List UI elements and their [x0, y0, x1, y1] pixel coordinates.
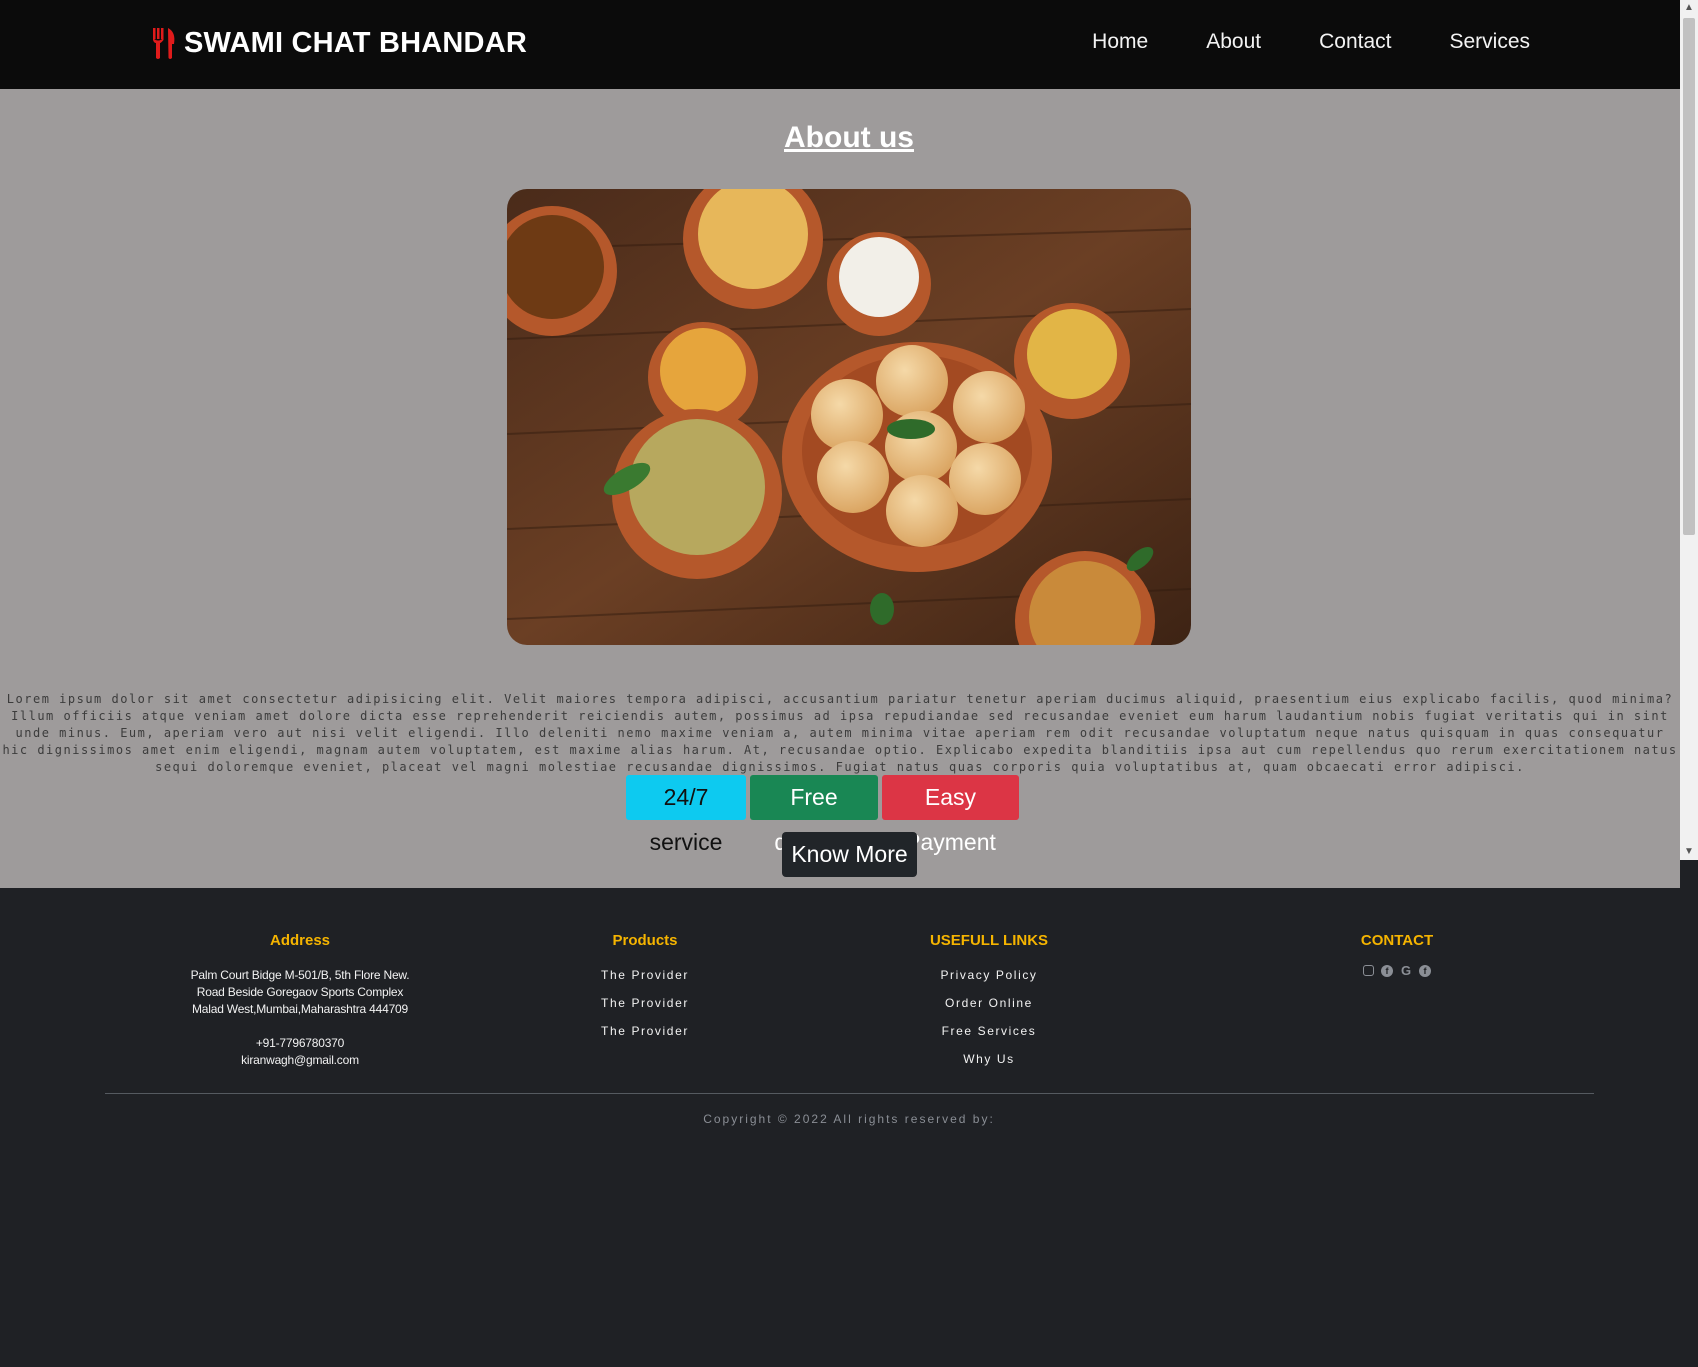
- address-line: Malad West,Mumbai,Maharashtra 444709: [191, 1002, 409, 1016]
- footer-products-column: Products The Provider The Provider The P…: [485, 932, 805, 1051]
- address-line: Road Beside Goregaov Sports Complex: [196, 985, 404, 999]
- copyright-text: Copyright © 2022 All rights reserved by:: [703, 1112, 995, 1126]
- badge-easy-payment[interactable]: Easy Payment: [882, 775, 1019, 855]
- navbar: SWAMI CHAT BHANDAR Home About Contact Se…: [0, 0, 1680, 89]
- footer-contact-heading: CONTACT: [1360, 932, 1434, 949]
- nav-about[interactable]: About: [1206, 30, 1261, 54]
- badge-24-7-service[interactable]: 24/7 service: [626, 775, 746, 855]
- badge-free-delivery[interactable]: Free delivery: [750, 775, 878, 855]
- address-block: Palm Court Bidge M-501/B, 5th Flore New.…: [140, 967, 460, 1069]
- google-icon[interactable]: G: [1400, 964, 1412, 977]
- free-services-link[interactable]: Free Services: [942, 1024, 1037, 1038]
- know-more-button[interactable]: Know More: [782, 832, 917, 877]
- scrollbar-thumb[interactable]: [1683, 18, 1695, 535]
- footer-links-column: USEFULL LINKS Privacy Policy Order Onlin…: [829, 932, 1149, 1079]
- privacy-policy-link[interactable]: Privacy Policy: [940, 968, 1037, 982]
- utensils-icon: [153, 28, 175, 59]
- footer-products-heading: Products: [612, 932, 678, 949]
- footer-product-link[interactable]: The Provider: [601, 1024, 689, 1038]
- footer-address-heading: Address: [269, 932, 331, 949]
- facebook-icon[interactable]: f: [1419, 965, 1431, 977]
- address-line: Palm Court Bidge M-501/B, 5th Flore New.: [190, 968, 410, 982]
- pani-puri-food-photo: [507, 189, 1191, 645]
- main-nav: Home About Contact Services: [1092, 30, 1530, 54]
- nav-home[interactable]: Home: [1092, 30, 1148, 54]
- brand-name: SWAMI CHAT BHANDAR: [184, 26, 527, 59]
- nav-contact[interactable]: Contact: [1319, 30, 1391, 54]
- nav-services[interactable]: Services: [1449, 30, 1530, 54]
- phone-number: +91-7796780370: [255, 1036, 345, 1050]
- footer-address-column: Address Palm Court Bidge M-501/B, 5th Fl…: [140, 932, 460, 1069]
- footer: Address Palm Court Bidge M-501/B, 5th Fl…: [0, 888, 1698, 1367]
- page-scrollbar[interactable]: ▲ ▼: [1680, 0, 1698, 860]
- footer-product-link[interactable]: The Provider: [601, 968, 689, 982]
- footer-divider: [105, 1093, 1594, 1094]
- email-address[interactable]: kiranwagh@gmail.com: [140, 1052, 460, 1069]
- instagram-icon[interactable]: [1363, 965, 1374, 976]
- footer-links-heading: USEFULL LINKS: [929, 932, 1049, 949]
- scroll-down-arrow-icon[interactable]: ▼: [1680, 844, 1698, 860]
- about-section: About us Lorem ipsum dolor sit amet cons…: [0, 89, 1680, 888]
- why-us-link[interactable]: Why Us: [963, 1052, 1015, 1066]
- brand[interactable]: SWAMI CHAT BHANDAR: [150, 26, 527, 60]
- page-title: About us: [784, 121, 914, 154]
- feature-badges: 24/7 service Free delivery Easy Payment: [626, 775, 1019, 855]
- scroll-up-arrow-icon[interactable]: ▲: [1680, 0, 1698, 16]
- facebook-icon[interactable]: f: [1381, 965, 1393, 977]
- social-icons: f G f: [1237, 964, 1557, 977]
- order-online-link[interactable]: Order Online: [945, 996, 1033, 1010]
- footer-contact-column: CONTACT f G f: [1237, 932, 1557, 977]
- footer-product-link[interactable]: The Provider: [601, 996, 689, 1010]
- about-description: Lorem ipsum dolor sit amet consectetur a…: [2, 692, 1678, 774]
